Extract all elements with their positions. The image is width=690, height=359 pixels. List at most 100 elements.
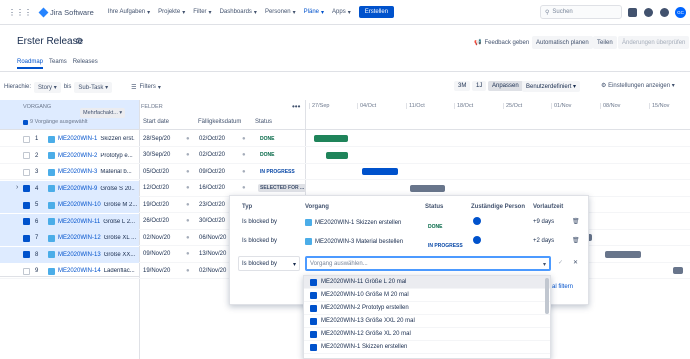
time-3m-button[interactable]: 3M (454, 81, 471, 91)
due-date[interactable]: 16/Oct/20 (199, 185, 225, 191)
clear-icon[interactable]: ● (186, 268, 190, 274)
create-button[interactable]: Erstellen (358, 6, 395, 18)
status-badge[interactable]: IN PROGRESS (258, 168, 297, 176)
status-badge[interactable]: DONE (258, 135, 276, 143)
due-date[interactable]: 30/Oct/20 (199, 218, 225, 224)
nav-plans[interactable]: Pläne (304, 9, 319, 15)
start-date[interactable]: 12/Oct/20 (143, 185, 169, 191)
dropdown-option[interactable]: ME2020WIN-11 Größe L 20 mal (304, 276, 550, 289)
option-checkbox[interactable] (310, 343, 317, 351)
due-date[interactable]: 06/Nov/20 (199, 235, 226, 241)
timeline-bar[interactable] (605, 250, 641, 258)
filter-link[interactable]: al filtern (552, 284, 573, 290)
option-checkbox[interactable] (310, 317, 317, 325)
due-date[interactable]: 13/Nov/20 (199, 251, 226, 257)
clear-icon[interactable]: ● (186, 202, 190, 208)
dropdown-option[interactable]: ME2020WIN-12 Größe XL 20 mal (304, 328, 550, 341)
start-date[interactable]: 30/Sep/20 (143, 152, 170, 158)
option-checkbox[interactable] (310, 304, 317, 312)
clear-icon[interactable]: ● (186, 218, 190, 224)
confirm-icon[interactable]: ✓ (558, 259, 563, 266)
option-checkbox[interactable] (310, 330, 317, 338)
nav-filters[interactable]: Filter (193, 9, 206, 15)
clear-icon[interactable]: ● (186, 152, 190, 158)
clear-icon[interactable]: ● (186, 169, 190, 175)
issue-key[interactable]: ME2020WIN-14 (58, 268, 101, 274)
timeline-bar[interactable] (362, 168, 398, 175)
start-date[interactable]: 02/Nov/20 (143, 235, 170, 241)
row-checkbox[interactable] (23, 185, 30, 192)
jira-logo[interactable]: Jira Software (38, 7, 94, 17)
search-input[interactable]: ⚲ Suchen (540, 5, 622, 19)
option-checkbox[interactable] (310, 278, 317, 286)
dropdown-option[interactable]: ME2020WIN-10 Größe M 20 mal (304, 289, 550, 302)
tab-roadmap[interactable]: Roadmap (17, 59, 44, 69)
dep-issue-link[interactable]: ME2020WIN-3 Material bestellen (305, 238, 403, 245)
issue-key[interactable]: ME2020WIN-10 (58, 202, 101, 208)
row-checkbox[interactable] (23, 152, 30, 159)
issue-key[interactable]: ME2020WIN-11 (58, 219, 100, 225)
timeline-bar[interactable] (326, 151, 348, 159)
issue-key[interactable]: ME2020WIN-2 (58, 153, 97, 159)
row-checkbox[interactable] (23, 135, 30, 143)
row-checkbox[interactable] (23, 201, 30, 209)
option-checkbox[interactable] (310, 291, 317, 299)
new-dep-type-select[interactable]: Is blocked by ▾ (238, 256, 300, 271)
dep-issue-link[interactable]: ME2020WIN-1 Skizzen erstellen (305, 219, 401, 226)
nav-dashboards[interactable]: Dashboards (220, 9, 252, 15)
nav-projects[interactable]: Projekte (158, 9, 180, 15)
row-checkbox[interactable] (23, 251, 30, 258)
clear-icon[interactable]: ● (186, 136, 190, 142)
gear-icon[interactable] (660, 8, 669, 17)
due-date[interactable]: 02/Oct/20 (199, 136, 225, 142)
clear-icon[interactable]: ● (242, 185, 246, 191)
issue-key[interactable]: ME2020WIN-9 (58, 186, 97, 192)
start-date[interactable]: 19/Nov/20 (143, 268, 170, 274)
hierarchy-from-select[interactable]: Story ▾ (34, 81, 61, 93)
close-icon[interactable]: ✕ (573, 259, 578, 266)
chevron-right-icon[interactable]: › (16, 184, 18, 191)
share-button[interactable]: Teilen (593, 36, 617, 49)
dropdown-scrollbar[interactable] (545, 278, 549, 314)
issue-key[interactable]: ME2020WIN-13 (58, 252, 101, 258)
clear-icon[interactable]: ● (186, 235, 190, 241)
gear-icon[interactable]: ⚙ (75, 36, 83, 47)
time-1j-button[interactable]: 1J (472, 81, 487, 91)
apps-grid-icon[interactable]: ⋮⋮⋮ (8, 8, 32, 17)
custom-button[interactable]: Anpassen (488, 81, 523, 91)
issue-select-input[interactable]: Vorgang auswählen... ▾ (305, 256, 551, 271)
timeline-bar[interactable] (314, 135, 348, 142)
tab-releases[interactable]: Releases (73, 59, 98, 69)
issue-key[interactable]: ME2020WIN-3 (58, 169, 97, 175)
trash-icon[interactable]: 🗑 (572, 237, 580, 244)
row-checkbox[interactable] (23, 267, 30, 275)
nav-apps[interactable]: Apps (332, 9, 346, 15)
due-date[interactable]: 09/Oct/20 (199, 169, 225, 175)
start-date[interactable]: 28/Sep/20 (143, 136, 170, 142)
row-checkbox[interactable] (23, 218, 30, 225)
feedback-button[interactable]: 📢 Feedback geben (470, 36, 533, 49)
clear-icon[interactable]: ● (186, 251, 190, 257)
start-date[interactable]: 09/Nov/20 (143, 251, 170, 257)
dropdown-option[interactable]: ME2020WIN-1 Skizzen erstellen (304, 341, 550, 354)
trash-icon[interactable]: 🗑 (572, 218, 580, 225)
row-checkbox[interactable] (23, 234, 30, 242)
filters-button[interactable]: Filters (139, 84, 155, 90)
timeline-bar[interactable] (410, 184, 445, 192)
avatar[interactable]: GC (675, 7, 686, 18)
nav-your-work[interactable]: Ihre Aufgaben (108, 9, 145, 15)
due-date[interactable]: 02/Nov/20 (199, 268, 226, 274)
dropdown-option[interactable]: ME2020WIN-13 Größe XXL 20 mal (304, 315, 550, 328)
due-date[interactable]: 23/Oct/20 (199, 202, 225, 208)
start-date[interactable]: 05/Oct/20 (143, 169, 169, 175)
issue-key[interactable]: ME2020WIN-1 (58, 136, 97, 142)
notifications-icon[interactable] (628, 8, 637, 17)
custom-select[interactable]: Benutzerdefiniert ▾ (522, 81, 581, 92)
auto-plan-button[interactable]: Automatisch planen (532, 36, 593, 49)
status-badge[interactable]: DONE (258, 151, 276, 159)
due-date[interactable]: 02/Oct/20 (199, 152, 225, 158)
hierarchy-to-select[interactable]: Sub-Task ▾ (74, 81, 113, 93)
view-settings-button[interactable]: ⚙ Einstellungen anzeigen ▾ (601, 82, 675, 89)
table-row[interactable]: 3 ME2020WIN-3 Material b... 05/Oct/20 ● … (0, 164, 690, 180)
tab-teams[interactable]: Teams (49, 59, 67, 69)
